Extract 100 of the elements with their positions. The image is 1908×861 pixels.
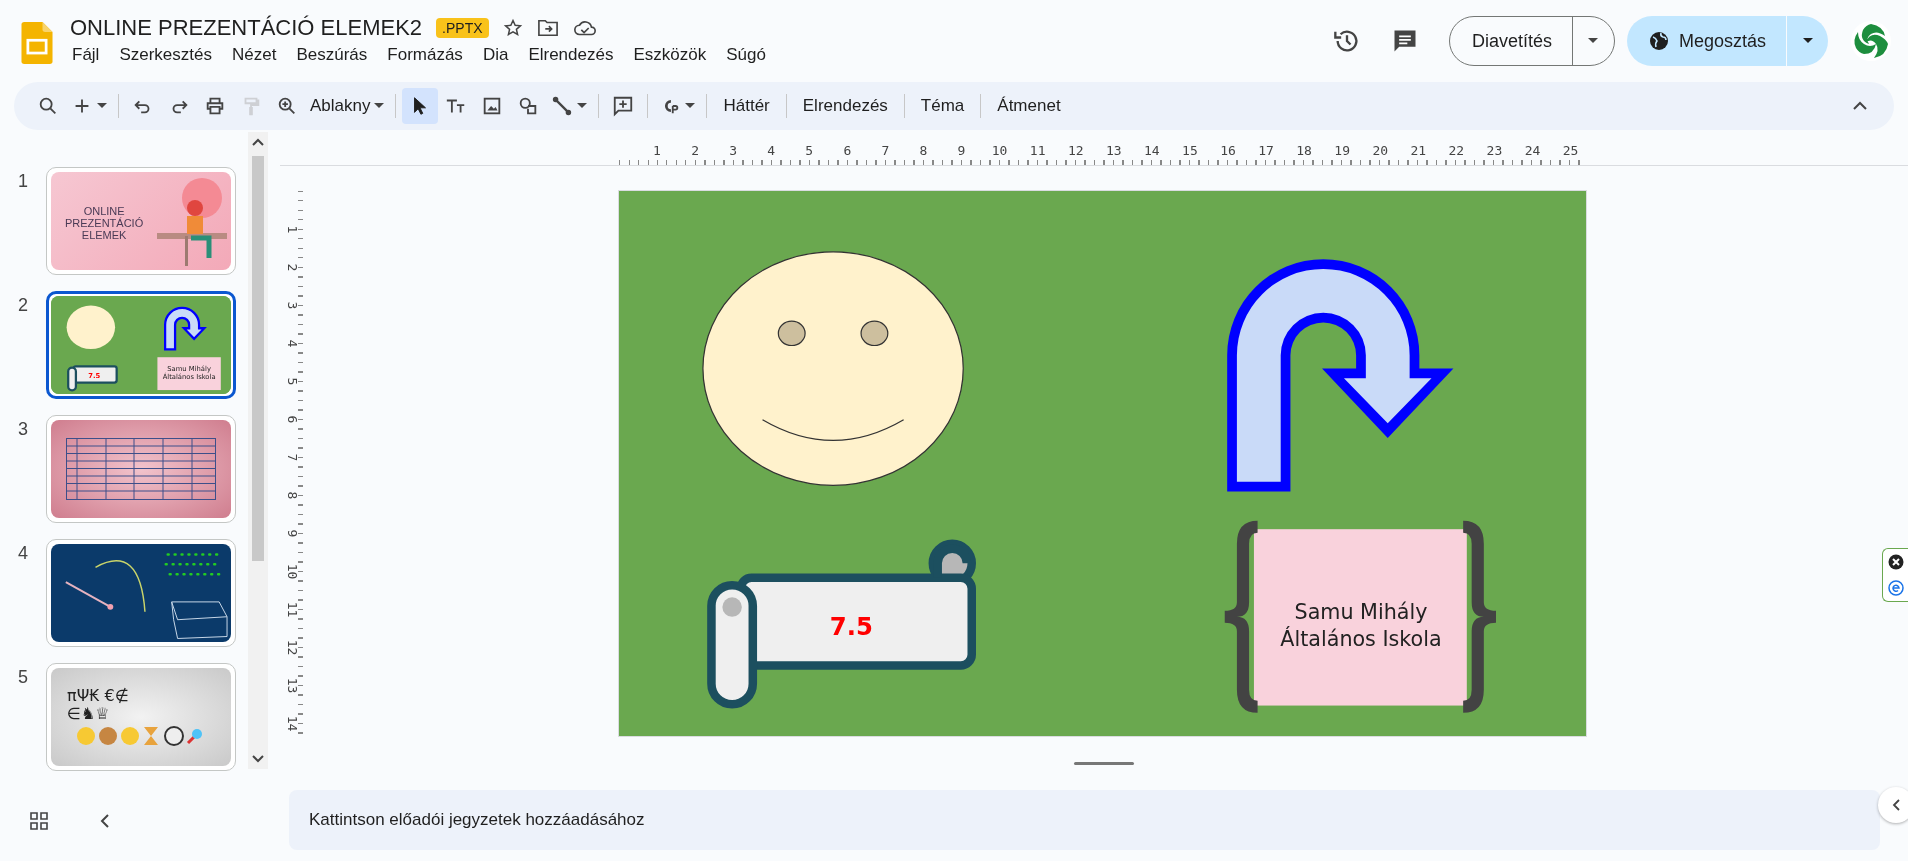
menu-item[interactable]: Fájl	[70, 45, 110, 65]
toolbar-text-button[interactable]: Elrendezés	[792, 92, 898, 120]
search-icon	[37, 95, 59, 117]
ruler-number: 9	[956, 143, 967, 158]
ruler-number: 21	[1409, 143, 1428, 158]
ruler-number: 2	[285, 263, 301, 271]
ruler-number: 12	[1066, 143, 1085, 158]
scrollbar[interactable]	[248, 132, 268, 769]
scroll-up-icon[interactable]	[252, 138, 264, 146]
scroll-down-icon[interactable]	[252, 755, 264, 763]
ruler-number: 7	[285, 453, 301, 462]
ruler-number: 14	[285, 716, 301, 732]
toolbar-text-button[interactable]: Átmenet	[987, 92, 1071, 120]
ruler-number: 16	[1219, 143, 1237, 158]
ruler-number: 20	[1371, 143, 1390, 158]
zoom-icon	[276, 95, 298, 117]
slide-thumbnail[interactable]: πΨ₭ €∉ ∈♞♕	[46, 663, 236, 771]
slide-number: 2	[17, 294, 29, 316]
slide-number: 1	[17, 170, 29, 192]
ruler-number: 8	[285, 491, 301, 500]
menu-item[interactable]: Nézet	[222, 45, 287, 65]
resize-handle[interactable]	[1074, 761, 1134, 765]
ruler-number: 25	[1561, 143, 1580, 158]
ruler-number: 4	[285, 339, 301, 348]
ruler-number: 13	[1104, 143, 1123, 158]
collapse-panel-icon[interactable]	[100, 813, 110, 829]
ruler-number: 9	[285, 529, 301, 538]
e-circle-icon[interactable]	[1887, 580, 1904, 596]
right-brace-shape[interactable]	[1463, 520, 1496, 713]
ruler-number: 14	[1143, 143, 1161, 158]
ruler-number: 7	[880, 143, 891, 158]
menu-item[interactable]: Súgó	[716, 45, 776, 65]
document-title[interactable]: ONLINE PREZENTÁCIÓ ELEMEK2	[70, 15, 423, 41]
ruler-number: 5	[804, 143, 815, 158]
text-box[interactable]	[1253, 529, 1467, 706]
caret-icon	[374, 103, 385, 109]
menu-item[interactable]: Szerkesztés	[109, 45, 222, 65]
slide-thumbnail[interactable]	[46, 415, 236, 523]
menu-item[interactable]: Elrendezés	[518, 45, 624, 65]
ruler-number: 23	[1485, 143, 1504, 158]
menu-item[interactable]: Formázás	[377, 45, 473, 65]
ruler-number: 1	[652, 143, 662, 158]
smiley-face-shape[interactable]	[702, 251, 964, 486]
left-brace-shape[interactable]	[1224, 520, 1258, 713]
printer-icon	[204, 95, 226, 117]
speaker-notes-field[interactable]: Kattintson előadói jegyzetek hozzáadásához	[289, 790, 1880, 850]
caret-icon	[577, 103, 588, 109]
menu-item[interactable]: Eszközök	[623, 45, 717, 65]
ruler-number: 6	[285, 415, 301, 424]
globe-icon	[1648, 31, 1669, 51]
ruler-number: 11	[285, 601, 301, 618]
caret-icon	[1802, 38, 1813, 44]
folder-icon[interactable]	[536, 18, 559, 38]
collapse-chevron-icon[interactable]	[1852, 101, 1868, 111]
menu-item[interactable]: Beszúrás	[286, 45, 378, 65]
chevron-left-icon	[1892, 799, 1900, 811]
ruler-number: 22	[1447, 143, 1466, 158]
close-icon[interactable]	[1887, 554, 1904, 570]
cloud-icon[interactable]	[572, 19, 597, 37]
slide-number: 5	[17, 666, 29, 688]
grid-view-icon[interactable]	[30, 812, 48, 830]
select-tool-button[interactable]	[402, 88, 439, 124]
slide-number: 4	[17, 542, 29, 564]
thumbnail-title: ONLINE PREZENTÁCIÓ ELEMEK	[65, 204, 144, 242]
ruler-number: 2	[690, 143, 700, 158]
ruler-number: 15	[1181, 143, 1199, 158]
ruler-number: 3	[285, 301, 301, 310]
toolbar-text-button[interactable]: Háttér	[713, 92, 780, 120]
ruler-number: 10	[285, 563, 301, 580]
caret-icon	[685, 103, 696, 109]
ruler-number: 6	[842, 143, 853, 158]
menu-item[interactable]: Dia	[472, 45, 519, 65]
ruler-number: 18	[1295, 143, 1313, 158]
caret-icon	[1588, 38, 1599, 44]
ruler-number: 11	[1028, 143, 1047, 158]
side-panel-widget[interactable]	[1882, 548, 1908, 602]
line-icon	[551, 95, 574, 117]
expand-side-panel-button[interactable]	[1878, 787, 1908, 823]
star-icon[interactable]	[502, 18, 523, 38]
school-name-text[interactable]: Samu Mihály Általános Iskola	[1280, 600, 1442, 651]
ruler-number: 8	[918, 143, 929, 158]
ruler-number: 3	[728, 143, 739, 158]
avatar-icon[interactable]	[1850, 20, 1892, 62]
ruler-number: 5	[285, 377, 301, 386]
zoom-mode-dropdown[interactable]: Ablakny	[305, 88, 390, 124]
ruler-number: 12	[285, 639, 301, 656]
symbol-text: πΨ₭ €∉	[67, 687, 129, 705]
ruler-number: 10	[990, 143, 1009, 158]
slide-thumbnail[interactable]: ONLINE PREZENTÁCIÓ ELEMEK	[46, 167, 236, 275]
u-turn-arrow-shape[interactable]	[1227, 259, 1454, 492]
ruler-number: 19	[1333, 143, 1351, 158]
toolbar-text-button[interactable]: Téma	[910, 92, 975, 120]
add-comment-icon	[612, 95, 635, 117]
file-type-badge: .PPTX	[436, 18, 489, 38]
ruler-number: 17	[1257, 143, 1275, 158]
ruler-number: 24	[1523, 143, 1542, 158]
ruler-number: 13	[285, 677, 301, 694]
symbol-text: ∈♞♕	[67, 705, 111, 723]
ruler-number: 4	[766, 143, 777, 158]
ruler-number: 1	[285, 225, 301, 233]
